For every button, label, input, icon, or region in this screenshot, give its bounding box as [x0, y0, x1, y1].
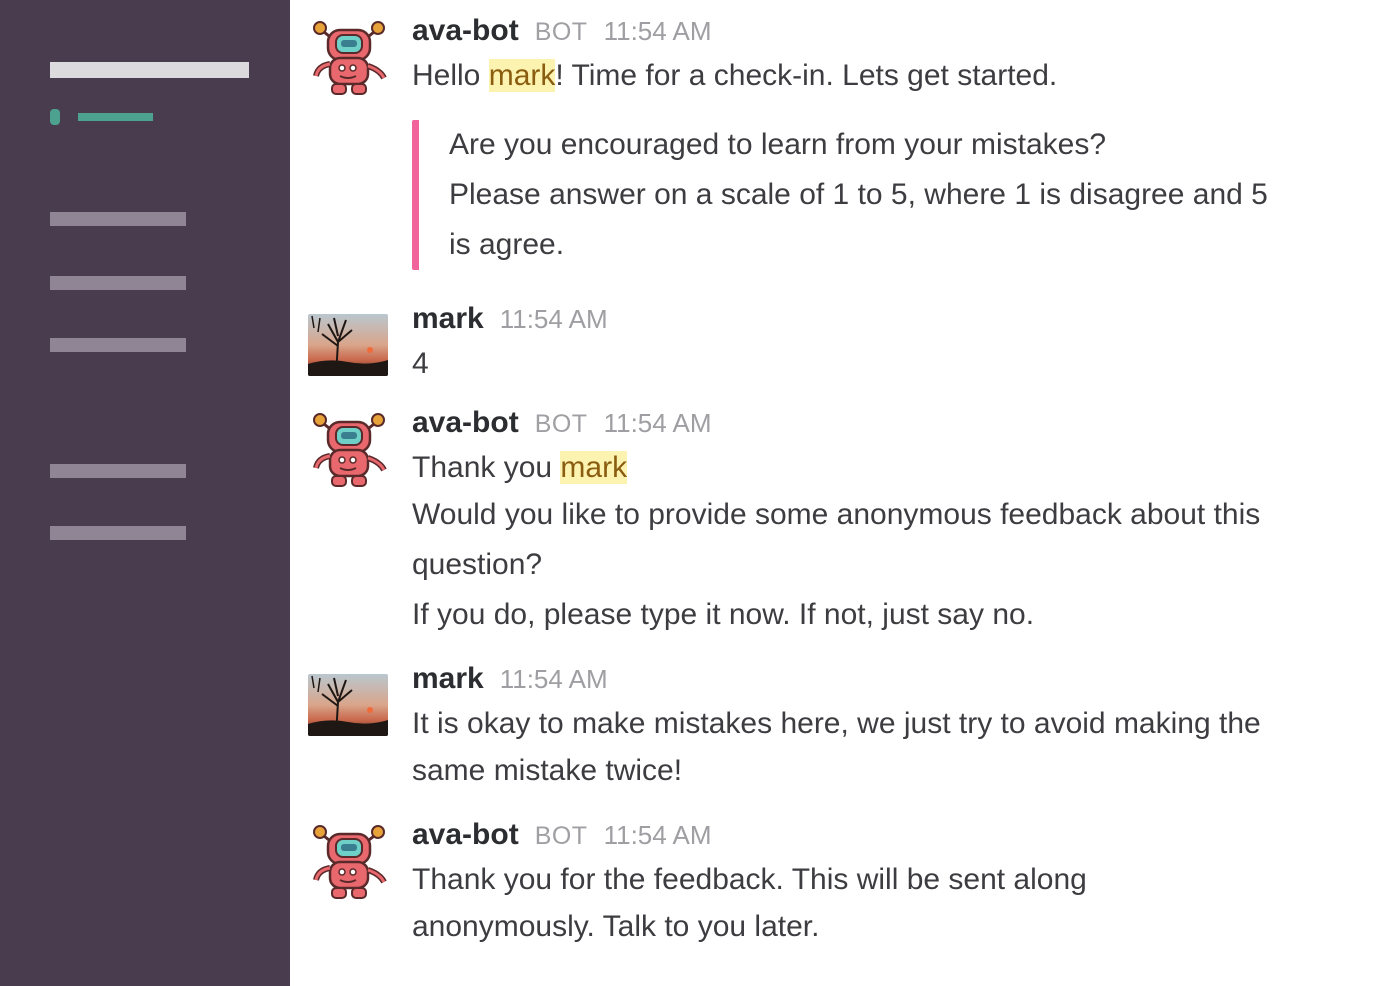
message-text-part: Thank you	[412, 451, 561, 484]
message-text: 4	[412, 347, 429, 380]
sender-name[interactable]: ava-bot	[412, 14, 519, 48]
sidebar-item-placeholder[interactable]	[50, 464, 186, 478]
workspace-name-placeholder[interactable]	[50, 62, 249, 78]
timestamp[interactable]: 11:54 AM	[500, 304, 608, 335]
message-text-part: ! Time for a check-in. Lets get started.	[555, 59, 1058, 92]
bot-badge: BOT	[534, 18, 588, 46]
message-text: same mistake twice!	[412, 754, 683, 787]
sender-name[interactable]: mark	[412, 662, 484, 696]
message-pane: ava-bot BOT 11:54 AM Hello mark! Time fo…	[290, 0, 1396, 986]
attachment-line: Are you encouraged to learn from your mi…	[449, 128, 1106, 161]
message-text: anonymously. Talk to you later.	[412, 910, 820, 943]
bot-avatar-icon[interactable]	[308, 820, 390, 902]
user-mention[interactable]: mark	[488, 59, 556, 92]
bot-badge: BOT	[534, 410, 588, 438]
message-text: Would you like to provide some anonymous…	[412, 498, 1261, 531]
message-text: Hello mark! Time for a check-in. Lets ge…	[412, 54, 1390, 98]
presence-indicator	[50, 109, 60, 125]
attachment-line: Please answer on a scale of 1 to 5, wher…	[449, 178, 1268, 211]
timestamp[interactable]: 11:54 AM	[500, 664, 608, 695]
message-text: It is okay to make mistakes here, we jus…	[412, 707, 1261, 740]
user-avatar[interactable]	[308, 674, 388, 736]
sidebar-item-placeholder[interactable]	[50, 338, 186, 352]
sidebar-item-placeholder[interactable]	[50, 212, 186, 226]
message-text-part: Hello	[412, 59, 489, 92]
sender-name[interactable]: ava-bot	[412, 818, 519, 852]
sidebar-item-placeholder[interactable]	[50, 276, 186, 290]
sender-name[interactable]: mark	[412, 302, 484, 336]
user-mention[interactable]: mark	[560, 451, 628, 484]
message-attachment: Are you encouraged to learn from your mi…	[412, 120, 1396, 270]
sidebar	[0, 0, 290, 986]
timestamp[interactable]: 11:54 AM	[604, 408, 712, 439]
message-text: question?	[412, 548, 543, 581]
bot-badge: BOT	[534, 822, 588, 850]
bot-avatar-icon[interactable]	[308, 408, 390, 490]
user-avatar[interactable]	[308, 314, 388, 376]
sender-name[interactable]: ava-bot	[412, 406, 519, 440]
message-text: Thank you mark	[412, 446, 1390, 490]
attachment-line: is agree.	[449, 228, 565, 261]
message-text: Thank you for the feedback. This will be…	[412, 863, 1087, 896]
sidebar-item-placeholder[interactable]	[50, 526, 186, 540]
message-text: If you do, please type it now. If not, j…	[412, 598, 1035, 631]
timestamp[interactable]: 11:54 AM	[604, 820, 712, 851]
timestamp[interactable]: 11:54 AM	[604, 16, 712, 47]
user-name-placeholder[interactable]	[78, 113, 153, 121]
bot-avatar-icon[interactable]	[308, 16, 390, 98]
